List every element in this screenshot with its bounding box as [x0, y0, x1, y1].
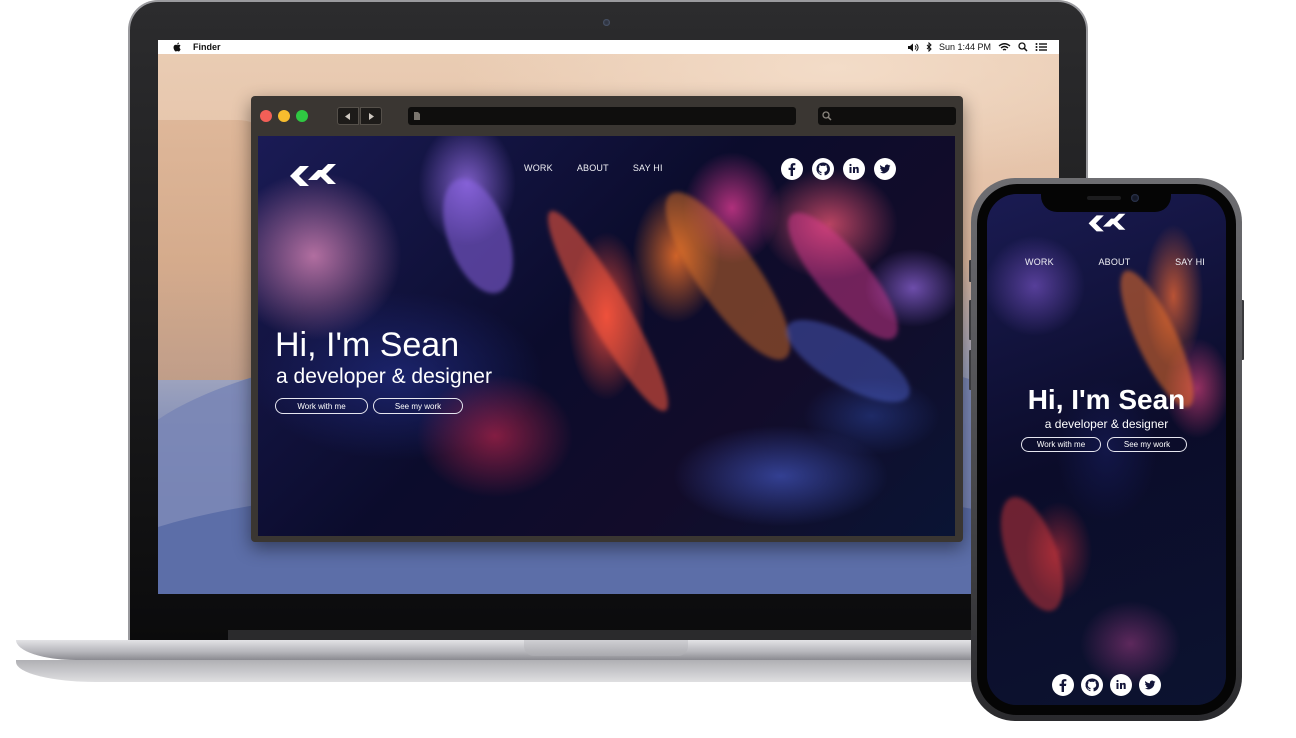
- github-icon[interactable]: [812, 158, 834, 180]
- see-my-work-button[interactable]: See my work: [1107, 437, 1187, 452]
- laptop-hinge: [228, 630, 1028, 640]
- back-arrow-icon: [345, 112, 350, 120]
- phone-speaker: [1087, 196, 1121, 200]
- bluetooth-icon[interactable]: [926, 42, 932, 52]
- spotlight-search-icon[interactable]: [1018, 42, 1028, 52]
- maximize-window-button[interactable]: [296, 110, 308, 122]
- nav-link-work[interactable]: WORK: [524, 163, 553, 173]
- search-icon: [822, 111, 832, 121]
- browser-toolbar: [251, 96, 963, 134]
- work-with-me-button[interactable]: Work with me: [275, 398, 368, 414]
- phone-social-links: [1052, 674, 1161, 696]
- laptop-base-edge: [16, 660, 1021, 682]
- hero-subtitle: a developer & designer: [276, 365, 492, 388]
- laptop-base: [16, 640, 1021, 660]
- phone-site-nav: WORK ABOUT SAY HI: [1025, 257, 1205, 267]
- hero-title: Hi, I'm Sean: [1027, 384, 1186, 415]
- nav-link-work[interactable]: WORK: [1025, 257, 1054, 267]
- forward-arrow-icon: [369, 112, 374, 120]
- facebook-icon[interactable]: [1052, 674, 1074, 696]
- close-window-button[interactable]: [260, 110, 272, 122]
- linkedin-icon[interactable]: [1110, 674, 1132, 696]
- nav-link-say-hi[interactable]: SAY HI: [1175, 257, 1205, 267]
- laptop-opening-notch: [524, 640, 688, 656]
- minimize-window-button[interactable]: [278, 110, 290, 122]
- forward-button[interactable]: [360, 107, 382, 125]
- phone-front-camera: [1131, 194, 1139, 202]
- facebook-icon[interactable]: [781, 158, 803, 180]
- apple-logo-icon[interactable]: [171, 42, 183, 52]
- menubar-status-area: Sun 1:44 PM: [907, 42, 1047, 52]
- nav-link-about[interactable]: ABOUT: [577, 163, 609, 173]
- social-links: [781, 158, 896, 180]
- back-button[interactable]: [337, 107, 359, 125]
- volume-icon[interactable]: [907, 43, 919, 52]
- linkedin-icon[interactable]: [843, 158, 865, 180]
- notification-center-icon[interactable]: [1035, 42, 1047, 52]
- laptop-camera: [603, 19, 610, 26]
- phone-screen: WORK ABOUT SAY HI Hi, I'm Sean a develop…: [987, 194, 1226, 705]
- active-app-name[interactable]: Finder: [193, 42, 221, 52]
- hero-subtitle: a developer & designer: [1044, 417, 1169, 431]
- site-nav: WORK ABOUT SAY HI: [524, 163, 663, 173]
- twitter-icon[interactable]: [1139, 674, 1161, 696]
- twitter-icon[interactable]: [874, 158, 896, 180]
- address-bar[interactable]: [408, 107, 796, 125]
- menubar-clock[interactable]: Sun 1:44 PM: [939, 42, 991, 52]
- site-logo[interactable]: [1086, 209, 1128, 233]
- see-my-work-button[interactable]: See my work: [373, 398, 463, 414]
- website-viewport: WORK ABOUT SAY HI Hi, I'm Sean a develop…: [258, 136, 955, 536]
- nav-link-say-hi[interactable]: SAY HI: [633, 163, 663, 173]
- browser-search-field[interactable]: [818, 107, 956, 125]
- browser-window: WORK ABOUT SAY HI Hi, I'm Sean a develop…: [251, 96, 963, 542]
- nav-link-about[interactable]: ABOUT: [1098, 257, 1130, 267]
- site-logo[interactable]: [288, 158, 338, 188]
- wifi-icon[interactable]: [998, 42, 1011, 52]
- github-icon[interactable]: [1081, 674, 1103, 696]
- page-icon: [414, 112, 420, 120]
- hero-title: Hi, I'm Sean: [275, 326, 460, 364]
- mac-menubar: Finder Sun 1:44 PM: [158, 40, 1059, 54]
- work-with-me-button[interactable]: Work with me: [1021, 437, 1101, 452]
- phone-notch: [1041, 190, 1171, 212]
